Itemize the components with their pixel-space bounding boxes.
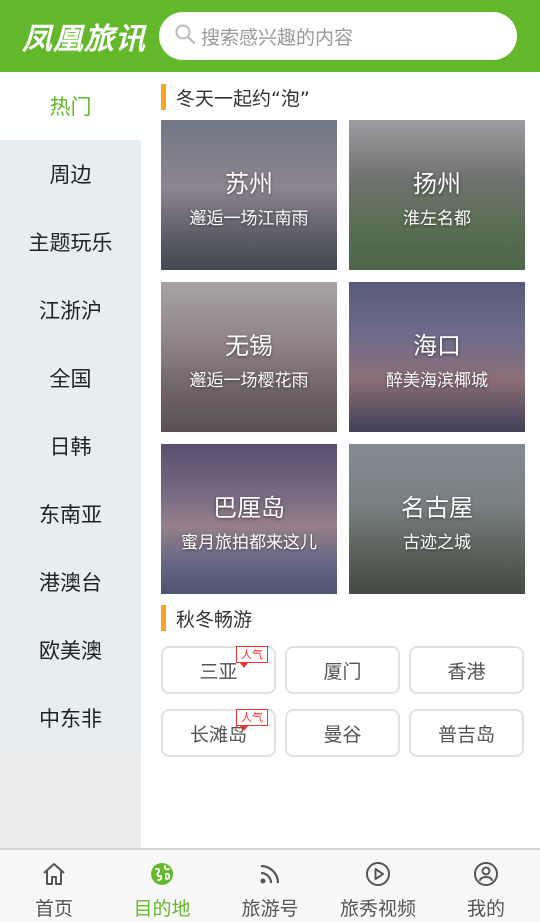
tag-label: 曼谷 bbox=[323, 723, 362, 746]
sidebar-item-japan-korea[interactable]: 日韩 bbox=[0, 412, 141, 480]
tag-sanya[interactable]: 三亚 人气 bbox=[161, 646, 276, 694]
tag-hongkong[interactable]: 香港 bbox=[409, 646, 524, 694]
destination-content: 冬天一起约“泡” 苏州 邂逅一场江南雨 扬州 淮左名都 无锡 邂逅一场樱花雨 海… bbox=[141, 72, 540, 848]
card-title: 巴厘岛 bbox=[213, 494, 285, 522]
tag-xiamen[interactable]: 厦门 bbox=[285, 646, 400, 694]
card-title: 扬州 bbox=[413, 170, 461, 198]
sidebar-item-jiangzhehu[interactable]: 江浙沪 bbox=[0, 276, 141, 344]
user-icon bbox=[472, 860, 500, 892]
tag-label: 厦门 bbox=[323, 660, 362, 683]
card-subtitle: 淮左名都 bbox=[403, 209, 471, 229]
category-sidebar: 热门 周边 主题玩乐 江浙沪 全国 日韩 东南亚 港澳台 欧美澳 中东非 bbox=[0, 72, 141, 848]
tag-label: 三亚 bbox=[199, 660, 238, 683]
tag-bangkok[interactable]: 曼谷 bbox=[285, 709, 400, 757]
popular-badge: 人气 bbox=[236, 646, 268, 668]
app-logo: 凤凰旅讯 bbox=[22, 22, 146, 57]
section-title-winter: 冬天一起约“泡” bbox=[161, 84, 310, 110]
app-header: 凤凰旅讯 搜索感兴趣的内容 bbox=[0, 0, 540, 72]
search-input[interactable]: 搜索感兴趣的内容 bbox=[159, 12, 517, 60]
sidebar-item-nearby[interactable]: 周边 bbox=[0, 140, 141, 208]
sidebar-item-europe-america-aus[interactable]: 欧美澳 bbox=[0, 616, 141, 684]
tab-label: 我的 bbox=[466, 898, 505, 920]
search-placeholder: 搜索感兴趣的内容 bbox=[201, 26, 354, 49]
sidebar-item-southeast-asia[interactable]: 东南亚 bbox=[0, 480, 141, 548]
rss-icon bbox=[256, 860, 284, 892]
destination-card-nagoya[interactable]: 名古屋 古迹之城 bbox=[349, 444, 525, 594]
popular-badge: 人气 bbox=[236, 709, 268, 731]
sidebar-item-themes[interactable]: 主题玩乐 bbox=[0, 208, 141, 276]
sidebar-item-hk-macau-tw[interactable]: 港澳台 bbox=[0, 548, 141, 616]
sidebar-item-national[interactable]: 全国 bbox=[0, 344, 141, 412]
play-icon bbox=[364, 860, 392, 892]
card-subtitle: 邂逅一场樱花雨 bbox=[189, 371, 309, 391]
destination-card-wuxi[interactable]: 无锡 邂逅一场樱花雨 bbox=[161, 282, 337, 432]
tag-label: 香港 bbox=[447, 660, 486, 683]
tag-phuket[interactable]: 普吉岛 bbox=[409, 709, 524, 757]
search-icon bbox=[173, 22, 197, 50]
home-icon bbox=[40, 860, 68, 892]
section-title-autumn: 秋冬畅游 bbox=[161, 605, 252, 631]
tab-travel-video[interactable]: 旅秀视频 bbox=[324, 850, 432, 922]
section-title-text: 秋冬畅游 bbox=[176, 608, 253, 631]
tab-label: 旅秀视频 bbox=[339, 898, 416, 920]
tab-home[interactable]: 首页 bbox=[0, 850, 108, 922]
card-subtitle: 蜜月旅拍都来这儿 bbox=[181, 533, 317, 553]
section-accent-bar bbox=[161, 605, 166, 631]
section-accent-bar bbox=[161, 84, 166, 110]
tag-label: 普吉岛 bbox=[437, 723, 495, 746]
card-title: 名古屋 bbox=[401, 494, 473, 522]
bottom-tab-bar: 首页 目的地 旅游号 旅秀视频 我的 bbox=[0, 848, 540, 922]
sidebar-item-hot[interactable]: 热门 bbox=[0, 72, 141, 140]
destination-card-haikou[interactable]: 海口 醉美海滨椰城 bbox=[349, 282, 525, 432]
card-subtitle: 古迹之城 bbox=[403, 533, 471, 553]
tab-label: 目的地 bbox=[133, 898, 191, 920]
tab-label: 旅游号 bbox=[241, 898, 299, 920]
tab-mine[interactable]: 我的 bbox=[432, 850, 540, 922]
card-title: 苏州 bbox=[225, 170, 273, 198]
tab-destination[interactable]: 目的地 bbox=[108, 850, 216, 922]
tab-label: 首页 bbox=[34, 898, 73, 920]
card-subtitle: 醉美海滨椰城 bbox=[386, 371, 488, 391]
tab-travel-account[interactable]: 旅游号 bbox=[216, 850, 324, 922]
destination-card-bali[interactable]: 巴厘岛 蜜月旅拍都来这儿 bbox=[161, 444, 337, 594]
section-title-text: 冬天一起约“泡” bbox=[176, 87, 310, 110]
sidebar-item-middle-east-africa[interactable]: 中东非 bbox=[0, 684, 141, 752]
card-subtitle: 邂逅一场江南雨 bbox=[189, 209, 309, 229]
globe-icon bbox=[148, 860, 176, 892]
destination-card-suzhou[interactable]: 苏州 邂逅一场江南雨 bbox=[161, 120, 337, 270]
destination-card-yangzhou[interactable]: 扬州 淮左名都 bbox=[349, 120, 525, 270]
card-title: 无锡 bbox=[225, 332, 273, 360]
tag-boracay[interactable]: 长滩岛 人气 bbox=[161, 709, 276, 757]
card-title: 海口 bbox=[413, 332, 461, 360]
